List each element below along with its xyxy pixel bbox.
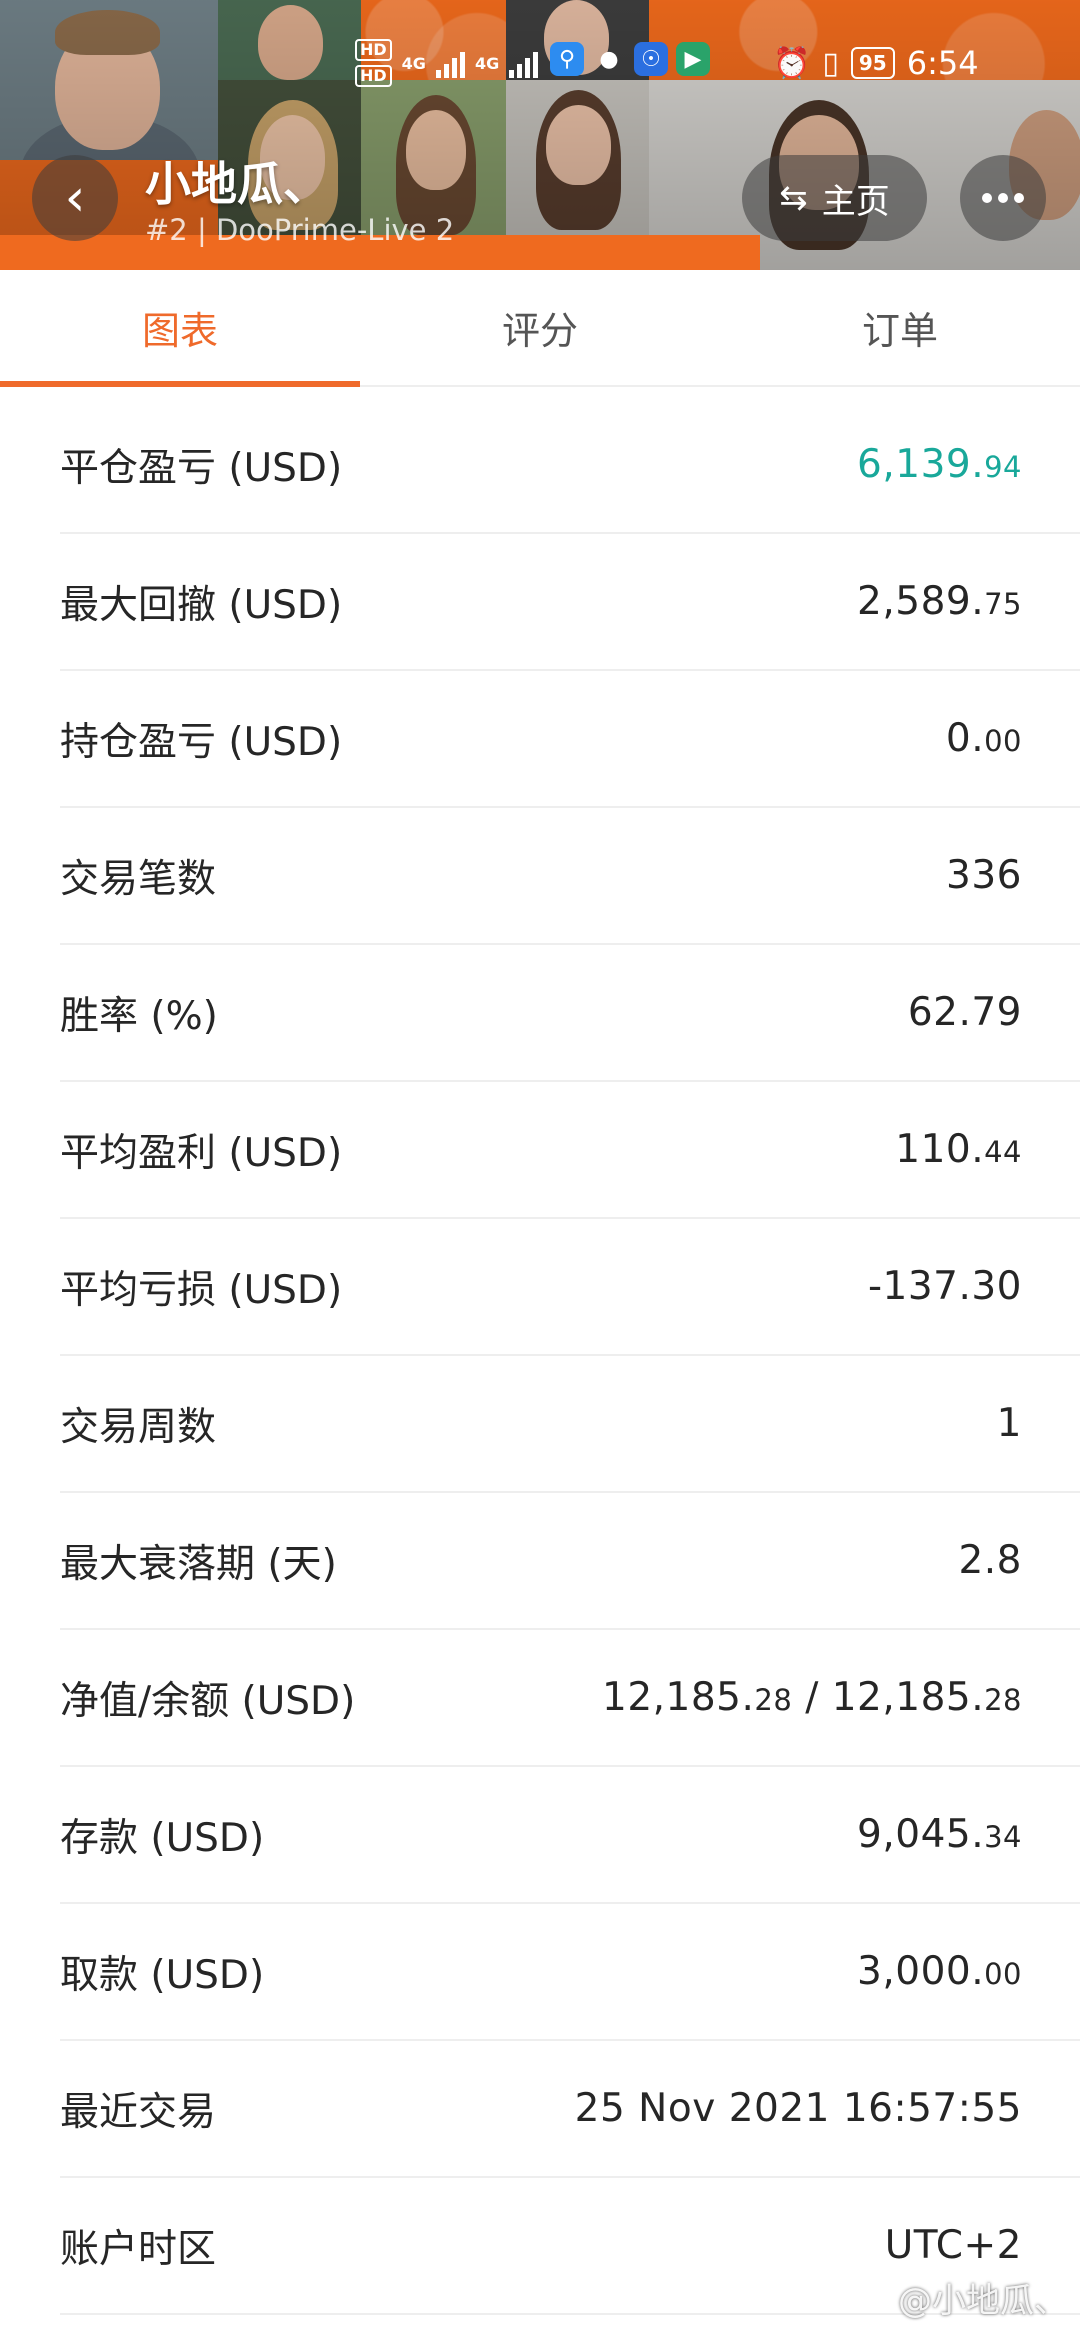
- network-indicator: HD HD 4G 4G: [355, 39, 539, 87]
- stat-row-floating-pnl: 持仓盈亏 (USD) 0.00: [60, 671, 1080, 808]
- stat-value: 12,185.28 / 12,185.28: [602, 1675, 1022, 1720]
- account-subtitle: #2 | DooPrime-Live 2: [145, 213, 455, 247]
- notification-icons: ⚲ ● ☉ ▶: [550, 42, 710, 76]
- tab-score[interactable]: 评分: [360, 270, 720, 385]
- swap-arrows-icon: ⇆: [779, 178, 808, 218]
- stat-row-deposits: 存款 (USD) 9,045.34: [60, 1767, 1080, 1904]
- search-app-icon: ⚲: [550, 42, 584, 76]
- stat-label: 平均盈利 (USD): [60, 1130, 343, 1176]
- stats-list: 平仓盈亏 (USD) 6,139.94 最大回撤 (USD) 2,589.75 …: [0, 397, 1080, 2315]
- stat-value-main: 6,139.: [857, 442, 985, 487]
- stat-value: 1: [996, 1401, 1022, 1446]
- watermark: @小地瓜、: [898, 2281, 1068, 2321]
- stat-value-decimals: 34: [984, 1820, 1022, 1854]
- battery-indicator: 95: [850, 47, 895, 79]
- stat-label: 平均亏损 (USD): [60, 1267, 343, 1313]
- stat-value: 6,139.94: [857, 442, 1022, 487]
- stat-row-max-drawdown: 最大回撤 (USD) 2,589.75: [60, 534, 1080, 671]
- stat-row-max-decline-period: 最大衰落期 (天) 2.8: [60, 1493, 1080, 1630]
- back-button[interactable]: ‹: [32, 155, 118, 241]
- status-time: 6:54: [906, 44, 979, 82]
- stat-row-avg-loss: 平均亏损 (USD) -137.30: [60, 1219, 1080, 1356]
- stat-value-main: 2,589.: [857, 579, 985, 624]
- vibrate-icon: ▯: [822, 45, 839, 81]
- network-type-1: 4G: [401, 53, 426, 73]
- signal-icon-1: [435, 48, 465, 78]
- stat-value: -137.30: [867, 1264, 1022, 1309]
- chat-app-icon: ●: [599, 46, 619, 72]
- stat-label: 存款 (USD): [60, 1815, 265, 1861]
- stat-label: 账户时区: [60, 2226, 217, 2272]
- stat-value-main: 0.: [945, 716, 985, 761]
- stat-value-decimals: 00: [984, 724, 1022, 758]
- stat-label: 平仓盈亏 (USD): [60, 445, 343, 491]
- stat-label: 胜率 (%): [60, 993, 218, 1039]
- more-dot: [998, 193, 1008, 203]
- stat-label: 最大衰落期 (天): [60, 1541, 337, 1587]
- stat-row-avg-profit: 平均盈利 (USD) 110.44: [60, 1082, 1080, 1219]
- chevron-left-icon: ‹: [64, 168, 86, 228]
- stat-row-win-rate: 胜率 (%) 62.79: [60, 945, 1080, 1082]
- stat-row-withdrawals: 取款 (USD) 3,000.00: [60, 1904, 1080, 2041]
- alarm-icon: ⏰: [773, 45, 811, 81]
- stat-value-decimals-2: 28: [984, 1683, 1022, 1717]
- signal-icon-2: [509, 48, 539, 78]
- tab-bar: 图表 评分 订单: [0, 270, 1080, 387]
- tab-chart[interactable]: 图表: [0, 270, 360, 387]
- stat-value: 9,045.34: [857, 1812, 1022, 1857]
- stat-value-main: 9,045.: [857, 1812, 985, 1857]
- stat-value: 62.79: [907, 990, 1022, 1035]
- status-bar: HD HD 4G 4G ⚲ ● ☉ ▶ ⏰ ▯ 95 6:54: [355, 38, 979, 88]
- stat-value-decimals: 00: [984, 1957, 1022, 1991]
- stat-label: 持仓盈亏 (USD): [60, 719, 343, 765]
- status-right: ⏰ ▯ 95 6:54: [773, 38, 979, 88]
- video-app-icon: ▶: [676, 42, 710, 76]
- hd-badge-2: HD: [355, 65, 392, 87]
- stat-row-trade-count: 交易笔数 336: [60, 808, 1080, 945]
- stat-value-main: 110.: [895, 1127, 985, 1172]
- stat-row-trading-weeks: 交易周数 1: [60, 1356, 1080, 1493]
- more-dot: [1014, 193, 1024, 203]
- network-type-2: 4G: [474, 53, 500, 73]
- stat-row-last-trade: 最近交易 25 Nov 2021 16:57:55: [60, 2041, 1080, 2178]
- stat-value: 3,000.00: [857, 1949, 1022, 1994]
- stat-value-decimals: 75: [984, 587, 1022, 621]
- stat-value-decimals: 28: [754, 1683, 793, 1717]
- stat-label: 最大回撤 (USD): [60, 582, 343, 628]
- stat-value: 110.44: [895, 1127, 1022, 1172]
- more-dots-icon: [982, 193, 992, 203]
- stat-label: 交易笔数: [60, 856, 217, 902]
- stat-value: 336: [946, 853, 1022, 898]
- stat-value: 0.00: [946, 716, 1022, 761]
- stat-label: 净值/余额 (USD): [60, 1678, 356, 1724]
- more-button[interactable]: [960, 155, 1046, 241]
- stat-value-decimals: 44: [984, 1135, 1022, 1169]
- tab-orders[interactable]: 订单: [720, 270, 1080, 385]
- stat-label: 最近交易: [60, 2089, 217, 2135]
- stat-value-main: 3,000.: [857, 1949, 985, 1994]
- stat-row-closed-pnl: 平仓盈亏 (USD) 6,139.94: [60, 397, 1080, 534]
- profile-header: HD HD 4G 4G ⚲ ● ☉ ▶ ⏰ ▯ 95 6:54 ‹ 小地瓜、 #…: [0, 0, 1080, 270]
- stat-value: UTC+2: [884, 2223, 1022, 2268]
- home-button[interactable]: ⇆ 主页: [742, 155, 927, 241]
- profile-name: 小地瓜、: [145, 157, 329, 211]
- stat-value-decimals: 94: [984, 450, 1022, 484]
- bulb-app-icon: ☉: [634, 42, 668, 76]
- hd-badge-1: HD: [355, 39, 392, 61]
- stat-row-equity-balance: 净值/余额 (USD) 12,185.28 / 12,185.28: [60, 1630, 1080, 1767]
- stat-label: 交易周数: [60, 1404, 217, 1450]
- stat-value-main: 12,185.: [602, 1675, 755, 1720]
- stat-value-main-2: / 12,185.: [792, 1675, 985, 1720]
- home-button-label: 主页: [821, 181, 890, 222]
- stat-value: 2.8: [958, 1538, 1022, 1583]
- stat-label: 取款 (USD): [60, 1952, 265, 1998]
- stat-value: 25 Nov 2021 16:57:55: [574, 2086, 1022, 2131]
- stat-value: 2,589.75: [857, 579, 1022, 624]
